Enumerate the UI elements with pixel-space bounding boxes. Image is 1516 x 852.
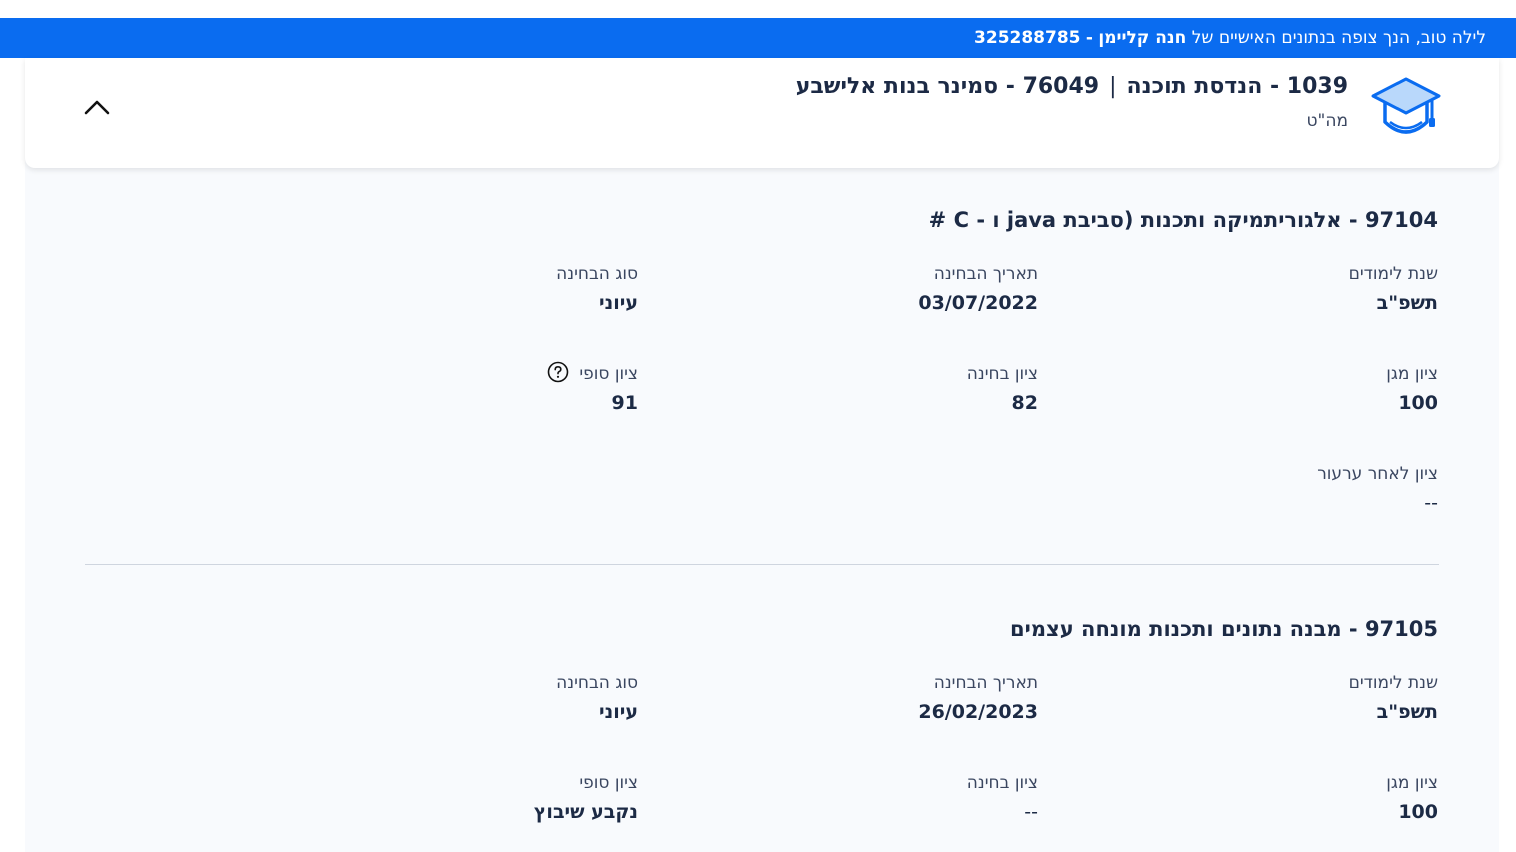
program-title-part1: 1039 - הנדסת תוכנה [1126, 74, 1348, 99]
exam-grade-label: ציון בחינה [966, 364, 1038, 384]
graduation-cap-icon [1371, 77, 1441, 134]
exam-type-field: סוג הבחינה עיוני [338, 673, 638, 723]
exam-type-field: סוג הבחינה עיוני [338, 264, 638, 314]
program-header-card: 1039 - הנדסת תוכנה | 76049 - סמינר בנות אל… [25, 58, 1499, 168]
banner-separator: - [1085, 28, 1093, 48]
final-grade-value: נקבע שיבוץ [533, 801, 638, 823]
magen-grade-field: ציון מגן 100 [1138, 364, 1438, 414]
magen-grade-value: 100 [1398, 392, 1438, 414]
exam-date-value: 03/07/2022 [918, 292, 1038, 314]
exam-grade-label: ציון בחינה [966, 773, 1038, 793]
exam-date-label: תאריך הבחינה [933, 673, 1038, 693]
exam-grade-value: 82 [1011, 392, 1038, 414]
appeal-grade-label: ציון לאחר ערעור [1317, 464, 1438, 484]
course-divider [85, 564, 1439, 565]
magen-grade-field: ציון מגן 100 [1138, 773, 1438, 823]
exam-type-value: עיוני [599, 292, 638, 314]
appeal-grade-field: ציון לאחר ערעור -- [1138, 464, 1438, 514]
exam-grade-value: -- [1024, 801, 1038, 823]
content-area [25, 58, 1499, 852]
exam-grade-field: ציון בחינה 82 [738, 364, 1038, 414]
exam-date-field: תאריך הבחינה 03/07/2022 [738, 264, 1038, 314]
exam-type-label: סוג הבחינה [556, 264, 638, 284]
exam-date-value: 26/02/2023 [918, 701, 1038, 723]
year-label: שנת לימודים [1348, 264, 1438, 284]
student-name: חנה קליימן [1098, 28, 1187, 48]
year-value: תשפ"ב [1376, 292, 1438, 314]
magen-grade-value: 100 [1398, 801, 1438, 823]
year-field: שנת לימודים תשפ"ב [1138, 264, 1438, 314]
final-grade-field: ציון סופי 91 [338, 360, 638, 414]
year-value: תשפ"ב [1376, 701, 1438, 723]
magen-grade-label: ציון מגן [1386, 364, 1438, 384]
course-title: 97104 - אלגוריתמיקה ותכנות (סביבת java ו… [928, 208, 1438, 232]
year-label: שנת לימודים [1348, 673, 1438, 693]
final-grade-field: ציון סופי נקבע שיבוץ [338, 773, 638, 823]
exam-date-label: תאריך הבחינה [933, 264, 1038, 284]
program-title-separator: | [1109, 74, 1117, 99]
viewing-text: הנך צופה בנתונים האישיים של [1191, 28, 1411, 48]
final-grade-label-row: ציון סופי [338, 360, 638, 384]
help-question-icon[interactable] [547, 361, 569, 383]
exam-grade-field: ציון בחינה -- [738, 773, 1038, 823]
exam-type-value: עיוני [599, 701, 638, 723]
program-degree: מה"ט [1306, 111, 1349, 131]
appeal-grade-value: -- [1424, 492, 1438, 514]
magen-grade-label: ציון מגן [1386, 773, 1438, 793]
greeting-text: לילה טוב, [1415, 28, 1486, 48]
program-title: 1039 - הנדסת תוכנה | 76049 - סמינר בנות אל… [796, 74, 1348, 99]
top-strip [0, 0, 1516, 18]
greeting-banner: לילה טוב, הנך צופה בנתונים האישיים של חנ… [0, 18, 1516, 58]
final-grade-label: ציון סופי [579, 773, 638, 793]
final-grade-value: 91 [611, 392, 638, 414]
final-grade-label: ציון סופי [579, 364, 638, 384]
exam-type-label: סוג הבחינה [556, 673, 638, 693]
course-title: 97105 - מבנה נתונים ותכנות מונחה עצמים [1010, 617, 1438, 641]
student-id: 325288785 [974, 28, 1081, 48]
year-field: שנת לימודים תשפ"ב [1138, 673, 1438, 723]
program-title-part2: 76049 - סמינר בנות אלישבע [795, 74, 1100, 99]
collapse-chevron-up-icon[interactable] [83, 96, 111, 120]
exam-date-field: תאריך הבחינה 26/02/2023 [738, 673, 1038, 723]
